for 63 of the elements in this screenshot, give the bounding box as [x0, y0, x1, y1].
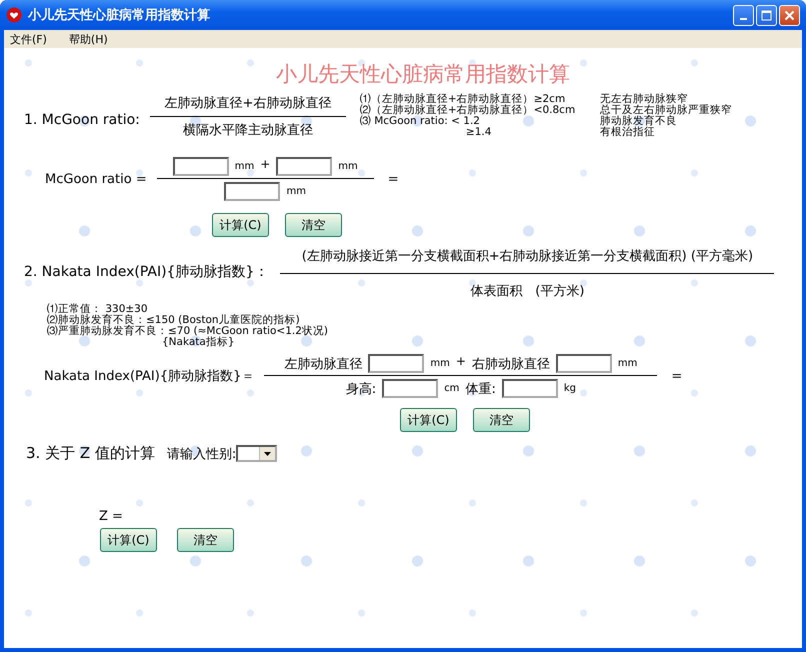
unit-label: mm — [338, 161, 358, 172]
input-field[interactable] — [368, 354, 424, 373]
unit-label: mm — [618, 358, 638, 369]
maximize-button[interactable] — [756, 4, 777, 26]
denominator-text: 横隔水平降主动脉直径 — [182, 122, 313, 139]
result-label: Z = — [99, 509, 123, 524]
numerator-text: (左肺动脉接近第一分支横截面积+右肺动脉接近第一分支横截面积) (平方毫米) — [280, 247, 774, 274]
minimize-button[interactable] — [733, 4, 754, 26]
equals-sign: = — [671, 368, 682, 384]
input-field[interactable] — [502, 379, 558, 398]
menu-item[interactable]: 文件(F) — [10, 32, 47, 46]
note-text: {Nakata指标} — [162, 337, 235, 348]
sex-dropdown[interactable] — [236, 445, 278, 462]
field-label: 身高: — [346, 380, 376, 398]
equals-sign: = — [388, 172, 399, 186]
calculate-button[interactable]: 计算(C) — [100, 528, 157, 552]
menu-item[interactable]: 帮助(H) — [68, 32, 108, 46]
unit-label: mm — [286, 186, 306, 197]
unit-label: mm — [430, 358, 450, 369]
calculate-button[interactable]: 计算(C) — [400, 408, 457, 432]
note-text: ⑴（左肺动脉直径+右肺动脉直径）≥2cm — [360, 94, 566, 105]
note-text: 肺动脉发育不良 — [600, 116, 677, 127]
formula-label: McGoon ratio = — [45, 172, 147, 186]
numerator-text: 左肺动脉直径+右肺动脉直径 — [150, 94, 346, 117]
window-title: 小儿先天性心脏病常用指数计算 — [28, 6, 211, 24]
note-text: 总干及左右肺动脉严重狭窄 — [600, 105, 732, 116]
unit-label: mm — [234, 161, 254, 172]
input-field[interactable] — [556, 354, 612, 373]
note-text: ⑶严重肺动脉发育不良：≤70 (≈McGoon ratio<1.2状况) — [47, 326, 328, 337]
note-text: ≥1.4 — [464, 127, 492, 138]
clear-button[interactable]: 清空 — [285, 213, 342, 237]
dropdown-arrow-icon — [264, 452, 272, 456]
input-field[interactable] — [276, 157, 332, 176]
close-button[interactable] — [779, 4, 800, 26]
note-text: 无左右肺动脉狭窄 — [600, 94, 688, 105]
section-label: 2. Nakata Index(PAI){肺动脉指数}： — [24, 263, 268, 281]
field-label: 体重: — [465, 380, 496, 398]
unit-label: cm — [444, 383, 460, 394]
unit-label: kg — [564, 383, 576, 394]
section-label: 3. 关于 Z 值的计算 — [26, 444, 155, 463]
formula-label: Nakata Index(PAI){肺动脉指数}＝ — [44, 368, 254, 385]
minimize-icon — [740, 18, 747, 20]
close-icon — [784, 10, 795, 20]
page-heading: 小儿先天性心脏病常用指数计算 — [275, 61, 571, 88]
note-text: ⑵（左肺动脉直径+右肺动脉直径）<0.8cm — [360, 105, 576, 116]
note-text: ⑶ McGoon ratio: < 1.2 — [360, 116, 481, 127]
denominator-text: 体表面积 (平方米) — [470, 283, 584, 300]
plus-sign: + — [260, 157, 270, 171]
note-text: ⑵肺动脉发育不良：≤150 (Boston儿童医院的指标) — [47, 315, 300, 326]
input-field[interactable] — [172, 157, 229, 176]
note-text: 有根治指征 — [600, 127, 655, 138]
section-label: 1. McGoon ratio: — [24, 112, 140, 128]
input-field[interactable] — [224, 182, 280, 201]
input-field[interactable] — [382, 379, 438, 398]
maximize-icon — [761, 10, 772, 20]
field-label: 左肺动脉直径 — [284, 356, 362, 372]
calculate-button[interactable]: 计算(C) — [212, 213, 269, 237]
plus-sign: + — [456, 354, 466, 368]
clear-button[interactable]: 清空 — [177, 528, 234, 552]
field-label: 右肺动脉直径 — [472, 356, 550, 372]
clear-button[interactable]: 清空 — [473, 408, 530, 432]
note-text: ⑴正常值： 330±30 — [47, 304, 148, 315]
sex-label: 请输入性别: — [166, 446, 236, 462]
